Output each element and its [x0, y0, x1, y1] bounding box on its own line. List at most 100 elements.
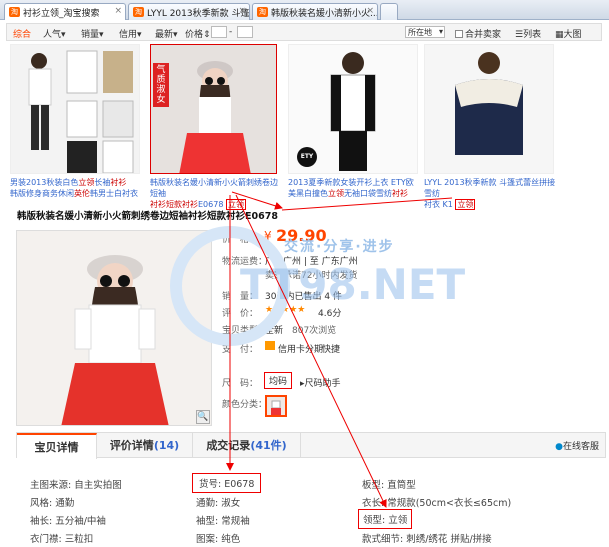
list-view-label: 列表 [523, 30, 542, 40]
product-title-3[interactable]: 2013夏季新款女装开衫上衣 ETY欧美黑白撞色立领无袖口袋雪纺衬衫 [288, 177, 416, 199]
size-helper-label: 尺码助手 [304, 379, 341, 389]
watermark-tagline: 交流·分享·进步 [284, 239, 395, 255]
sort-xinyong[interactable]: 信用▾ [119, 27, 142, 40]
chat-icon: ● [555, 442, 563, 452]
sort-xinyong-label: 信用 [119, 30, 138, 40]
arrow-down-icon: ▾ [61, 30, 66, 40]
views-value: 807次浏览 [292, 326, 337, 336]
attr-length: 衣长: 常规款(50cm<衣长≤65cm) [362, 498, 512, 509]
sort-renqi[interactable]: 人气▾ [43, 27, 66, 40]
product-title-text: 韩男士白衬衣 [90, 189, 138, 198]
online-service-label: 在线客服 [562, 442, 599, 452]
grid-view-button[interactable]: ▦大图 [555, 27, 582, 40]
close-icon[interactable]: × [238, 6, 246, 16]
size-label: 尺 码： [222, 379, 259, 389]
product-image-4[interactable] [424, 44, 554, 174]
product-title-text: 男装2013秋装白色 [10, 178, 79, 187]
close-icon[interactable]: × [114, 6, 122, 16]
list-view-button[interactable]: ☰列表 [515, 27, 541, 40]
taobao-icon: 淘 [133, 7, 144, 17]
price-min-input[interactable] [211, 26, 227, 38]
product-image-1[interactable] [10, 44, 140, 174]
size-helper-link[interactable]: ▸尺码助手 [300, 376, 341, 389]
arrow-down-icon: ▾ [173, 30, 178, 40]
product-title-2[interactable]: 韩版秋装名媛小清新小火箭刺绣卷边短袖 衬衫短款衬衫E0678 立领 [150, 177, 282, 210]
product-image-3[interactable]: ETY [288, 44, 418, 174]
merge-seller-label: 合并卖家 [465, 30, 502, 40]
page-title: 韩版秋装名媛小清新小火箭刺绣卷边短袖衬衫短款衬衫E0678 [17, 211, 278, 222]
merge-seller-checkbox[interactable]: 合并卖家 [455, 27, 501, 40]
product-title-text: 韩版修身商务休闲 [10, 189, 74, 198]
sort-zuixin-label: 最新 [155, 30, 174, 40]
product-photo-woman-white-shirt [151, 45, 276, 173]
product-title-1[interactable]: 男装2013秋装白色立领长袖衬衫 韩版修身商务休闲英伦韩男士白衬衣 [10, 177, 144, 199]
grid-view-icon: ▦ [555, 30, 564, 40]
sort-xiaoliang-label: 销量 [81, 30, 100, 40]
attr-commute: 通勤: 淑女 [196, 498, 241, 509]
color-option-thumb[interactable] [265, 395, 287, 417]
product-title-highlight: 英伦 [74, 189, 90, 198]
tab-search[interactable]: 淘 衬衫立领_淘宝搜索 × [4, 3, 126, 20]
color-thumb-image [267, 397, 285, 415]
checkbox-icon [455, 30, 463, 38]
watermark-site: TT98.NET [240, 260, 466, 309]
tab-label: 评价详情 [109, 439, 154, 452]
sort-jiage[interactable]: 价格⇕ [185, 27, 211, 40]
attr-pattern: 图案: 纯色 [196, 534, 241, 545]
brand-logo-ety: ETY [297, 147, 317, 167]
tab-reviews[interactable]: 评价详情(14) [97, 433, 193, 458]
product-title-highlight: 立领 [78, 178, 95, 187]
attr-placket: 衣门襟: 三粒扣 [30, 534, 94, 545]
attr-style: 风格: 通勤 [30, 498, 75, 509]
tab-lyyl[interactable]: 淘 LYYL 2013秋季新款 斗篷... × [128, 3, 250, 20]
product-title-4[interactable]: LYYL 2013秋季新款 斗篷式蕾丝拼接雪纺 衬衣 K1 立领 [424, 177, 556, 210]
tab-count: (14) [153, 439, 180, 452]
sort-jiage-label: 价格 [185, 30, 204, 40]
product-title-text: LYYL 2013秋季新款 斗篷式蕾丝拼接雪纺 [424, 178, 556, 198]
size-option-junma[interactable]: 均码 [264, 372, 293, 389]
tab-transactions[interactable]: 成交记录(41件) [193, 433, 301, 458]
sort-xiaoliang[interactable]: 销量▾ [81, 27, 104, 40]
product-title-text: 长袖 [94, 178, 111, 187]
online-service-button[interactable]: ●在线客服 [555, 439, 599, 452]
zoom-icon[interactable]: 🔍 [196, 410, 210, 424]
tab-label: 衬衫立领_淘宝搜索 [23, 9, 100, 19]
attr-collar: 领型: 立领 [358, 509, 413, 529]
list-view-icon: ☰ [515, 30, 524, 40]
attr-fit: 板型: 直筒型 [362, 480, 416, 491]
tab-product[interactable]: 淘 韩版秋装名媛小清新小火... × [252, 3, 378, 20]
product-photo-men-shirts [11, 45, 139, 173]
sort-renqi-label: 人气 [43, 30, 62, 40]
location-select[interactable]: 所在地 ▾ [405, 26, 445, 38]
taobao-icon: 淘 [257, 7, 268, 17]
sort-both-icon: ⇕ [203, 30, 211, 40]
product-title-highlight: 立领 [328, 189, 344, 198]
attr-sleeve-type: 袖型: 常规袖 [196, 516, 250, 527]
tab-label: 宝贝详情 [34, 441, 79, 454]
product-title-text: 衬衣 K1 [424, 200, 453, 209]
sort-zuixin[interactable]: 最新▾ [155, 27, 178, 40]
tab-label: 成交记录 [206, 439, 251, 452]
detail-tab-bar: 宝贝详情 评价详情(14) 成交记录(41件) ●在线客服 [16, 432, 606, 459]
attr-main-image-source: 主图来源: 自主实拍图 [30, 480, 122, 491]
product-title-text: 无袖口袋雪纺 [344, 189, 392, 198]
tab-count: (41件) [250, 439, 287, 452]
product-title-text: 韩版秋装名媛小清新小火箭刺绣卷边短袖 [150, 178, 278, 198]
arrow-down-icon: ▾ [137, 30, 142, 40]
color-label: 颜色分类： [222, 400, 268, 410]
browser-tab-bar: 淘 衬衫立领_淘宝搜索 × 淘 LYYL 2013秋季新款 斗篷... × 淘 … [0, 0, 609, 20]
new-tab-button[interactable] [380, 3, 398, 20]
sort-zonghe[interactable]: 综合 [13, 27, 31, 40]
pay-quick: 快捷 [322, 345, 341, 355]
grid-view-label: 大图 [563, 30, 582, 40]
product-image-2[interactable]: 气质淑女 [150, 44, 277, 174]
price-max-input[interactable] [237, 26, 253, 38]
tab-label: 韩版秋装名媛小清新小火... [271, 9, 378, 19]
attr-details: 款式细节: 刺绣/绣花 拼贴/拼接 [362, 534, 492, 545]
arrow-down-icon: ▾ [99, 30, 104, 40]
close-icon[interactable]: × [366, 6, 374, 16]
product-title-highlight: 衬衫 [110, 178, 127, 187]
attr-sleeve-length: 袖长: 五分袖/中袖 [30, 516, 106, 527]
attr-item-number: 货号: E0678 [192, 473, 262, 493]
tab-item-details[interactable]: 宝贝详情 [17, 433, 97, 459]
